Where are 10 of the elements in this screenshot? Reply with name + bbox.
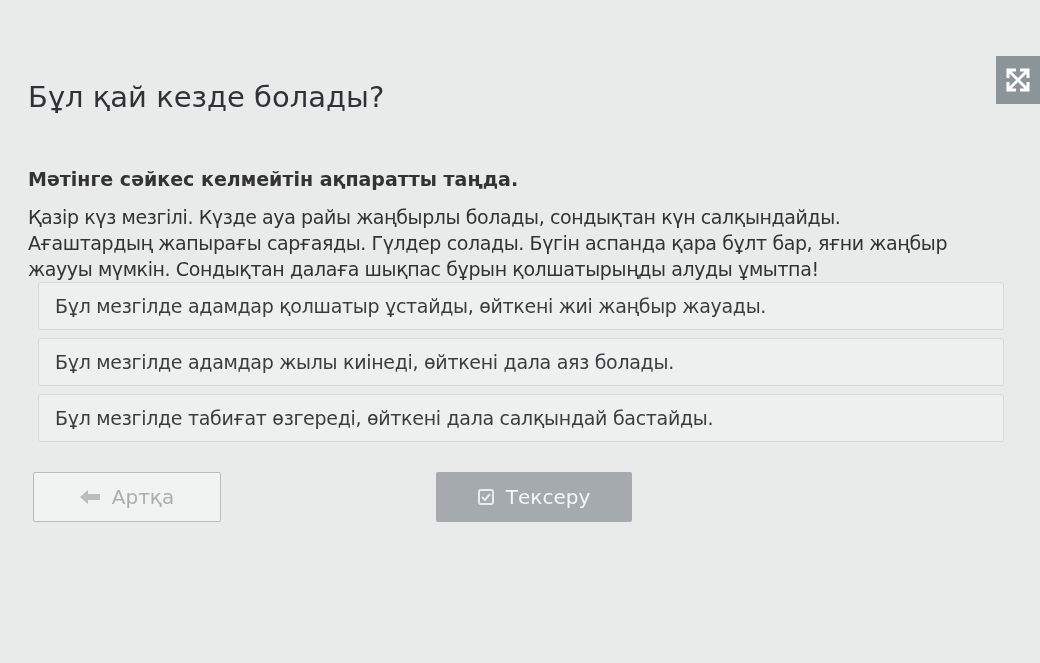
arrow-left-icon xyxy=(79,490,100,504)
passage-text: Қазір күз мезгілі. Күзде ауа райы жаңбырлы болады, сондықтан күн салқындайды. Ағаштардың жапырағы сарғаяды. Гүлдер солады. Бүгін аспанда қара бұлт бар, яғни жаңбыр жаууы мүмкін. Сондықтан далаға шықпас бұрын қолшатырыңды алуды ұмытпа! xyxy=(28,205,949,282)
answer-option[interactable]: Бұл мезгілде адамдар жылы киінеді, өйткені дала аяз болады. xyxy=(38,338,1004,386)
expand-arrows-icon xyxy=(1005,67,1031,93)
instruction-text: Мәтінге сәйкес келмейтін ақпаратты таңда. xyxy=(28,168,520,190)
answer-option[interactable]: Бұл мезгілде табиғат өзгереді, өйткені дала салқындай бастайды. xyxy=(38,394,1004,442)
answer-option[interactable]: Бұл мезгілде адамдар қолшатыр ұстайды, өйткені жиі жаңбыр жауады. xyxy=(38,282,1004,330)
checkbox-icon xyxy=(477,489,494,505)
fullscreen-button[interactable] xyxy=(996,56,1040,104)
question-title: Бұл қай кезде болады? xyxy=(28,80,385,114)
